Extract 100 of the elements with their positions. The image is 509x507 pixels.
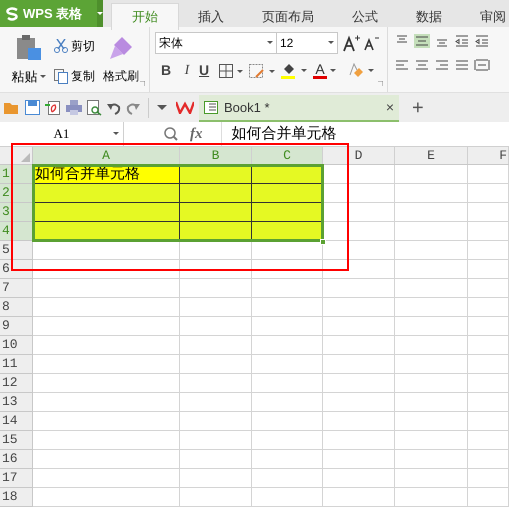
row-header[interactable]: 17 [0,469,33,488]
row-header[interactable]: 13 [0,393,33,412]
borders-icon[interactable] [219,64,243,78]
table-cell [468,374,509,393]
align-right-icon[interactable] [434,58,450,72]
table-cell [252,336,323,355]
copy-button[interactable]: 复制 [54,67,95,85]
ribbon-tab[interactable]: 数据 [397,3,461,30]
table-cell [180,355,252,374]
new-tab-button[interactable]: + [412,98,424,118]
app-menu-dropdown[interactable] [97,0,103,27]
paste-button[interactable]: 粘贴 [12,67,38,86]
redo-icon[interactable] [126,100,140,114]
font-size-field[interactable]: 12 [277,32,338,54]
decrease-font-icon[interactable] [364,35,380,51]
table-cell [323,203,395,222]
row-header[interactable]: 12 [0,374,33,393]
table-cell [323,298,395,317]
ribbon-tab[interactable]: 公式 [333,3,397,30]
table-cell [323,317,395,336]
format-painter-button[interactable]: 格式刷 [103,67,139,85]
table-cell [180,393,252,412]
eraser-icon[interactable] [348,62,374,78]
table-cell [180,260,252,279]
row-header[interactable]: 15 [0,431,33,450]
table-cell [252,412,323,431]
dialog-launcher-icon[interactable] [140,81,145,86]
table-cell [468,222,509,241]
printer-icon[interactable] [66,100,82,115]
spreadsheet-icon [204,101,218,114]
export-pdf-icon[interactable] [45,100,61,116]
table-cell [468,431,509,450]
align-center-icon[interactable] [414,58,430,72]
table-cell [180,374,252,393]
row-header[interactable]: 9 [0,317,33,336]
font-name-field[interactable]: 宋体 [155,32,277,54]
caret-icon [113,132,119,136]
ribbon-tab[interactable]: 审阅 [461,3,509,30]
table-cell [252,298,323,317]
ribbon-tab[interactable]: 插入 [179,3,243,30]
align-middle-icon[interactable] [414,34,430,48]
table-cell [252,317,323,336]
table-cell [323,431,395,450]
row-header[interactable]: 7 [0,279,33,298]
print-preview-icon[interactable] [87,100,102,116]
close-button[interactable]: × [386,97,394,118]
italic-button[interactable]: I [181,60,193,81]
row-header[interactable]: 16 [0,450,33,469]
row-header[interactable]: 6 [0,260,33,279]
increase-indent-icon[interactable] [474,34,490,48]
ribbon-tab[interactable]: 开始 [111,3,179,30]
color-swatch [313,76,327,79]
table-cell [252,469,323,488]
name-box[interactable]: A1 [0,122,124,146]
logo-icon[interactable] [176,101,194,114]
caret-icon [97,12,103,16]
underline-button[interactable]: U [199,60,213,81]
undo-icon[interactable] [107,100,121,114]
increase-font-icon[interactable] [343,34,361,52]
clipboard-icon[interactable] [15,35,43,61]
table-cell [323,374,395,393]
table-cell [252,374,323,393]
save-icon[interactable] [25,100,40,115]
row-header[interactable]: 11 [0,355,33,374]
table-cell [180,317,252,336]
table-cell [468,260,509,279]
formula-field[interactable]: 如何合并单元格 [220,122,336,146]
row-header[interactable]: 5 [0,241,33,260]
row-header[interactable]: 14 [0,412,33,431]
document-tab[interactable]: Book1 * × [199,95,399,122]
function-button[interactable]: fx [190,122,202,146]
table-cell [468,488,509,507]
dialog-launcher-icon[interactable] [378,81,383,86]
logo-icon [6,6,19,20]
row-header[interactable]: 10 [0,336,33,355]
row-header[interactable]: 8 [0,298,33,317]
table-cell [468,355,509,374]
column-header[interactable]: D [323,147,395,164]
table-cell [252,450,323,469]
fill-handle[interactable] [320,239,326,245]
distributed-icon[interactable] [474,58,490,72]
table-cell [180,298,252,317]
table-cell [468,279,509,298]
search-icon[interactable] [164,127,178,141]
fill-color-icon[interactable] [281,62,307,78]
bold-button[interactable]: B [161,60,175,81]
decrease-indent-icon[interactable] [454,34,470,48]
font-color-button[interactable]: A [313,62,336,79]
table-cell [180,450,252,469]
column-header[interactable]: E [395,147,468,164]
ribbon-tab[interactable]: 页面布局 [243,3,333,30]
row-header[interactable]: 18 [0,488,33,507]
caret-icon [40,74,46,79]
table-cell [468,450,509,469]
justify-icon[interactable] [454,58,470,72]
align-left-icon[interactable] [394,58,410,72]
caret-icon[interactable] [157,104,167,110]
cell-format-icon[interactable] [249,64,275,78]
cut-button[interactable]: 剪切 [54,37,95,55]
column-header[interactable]: F [468,147,509,164]
